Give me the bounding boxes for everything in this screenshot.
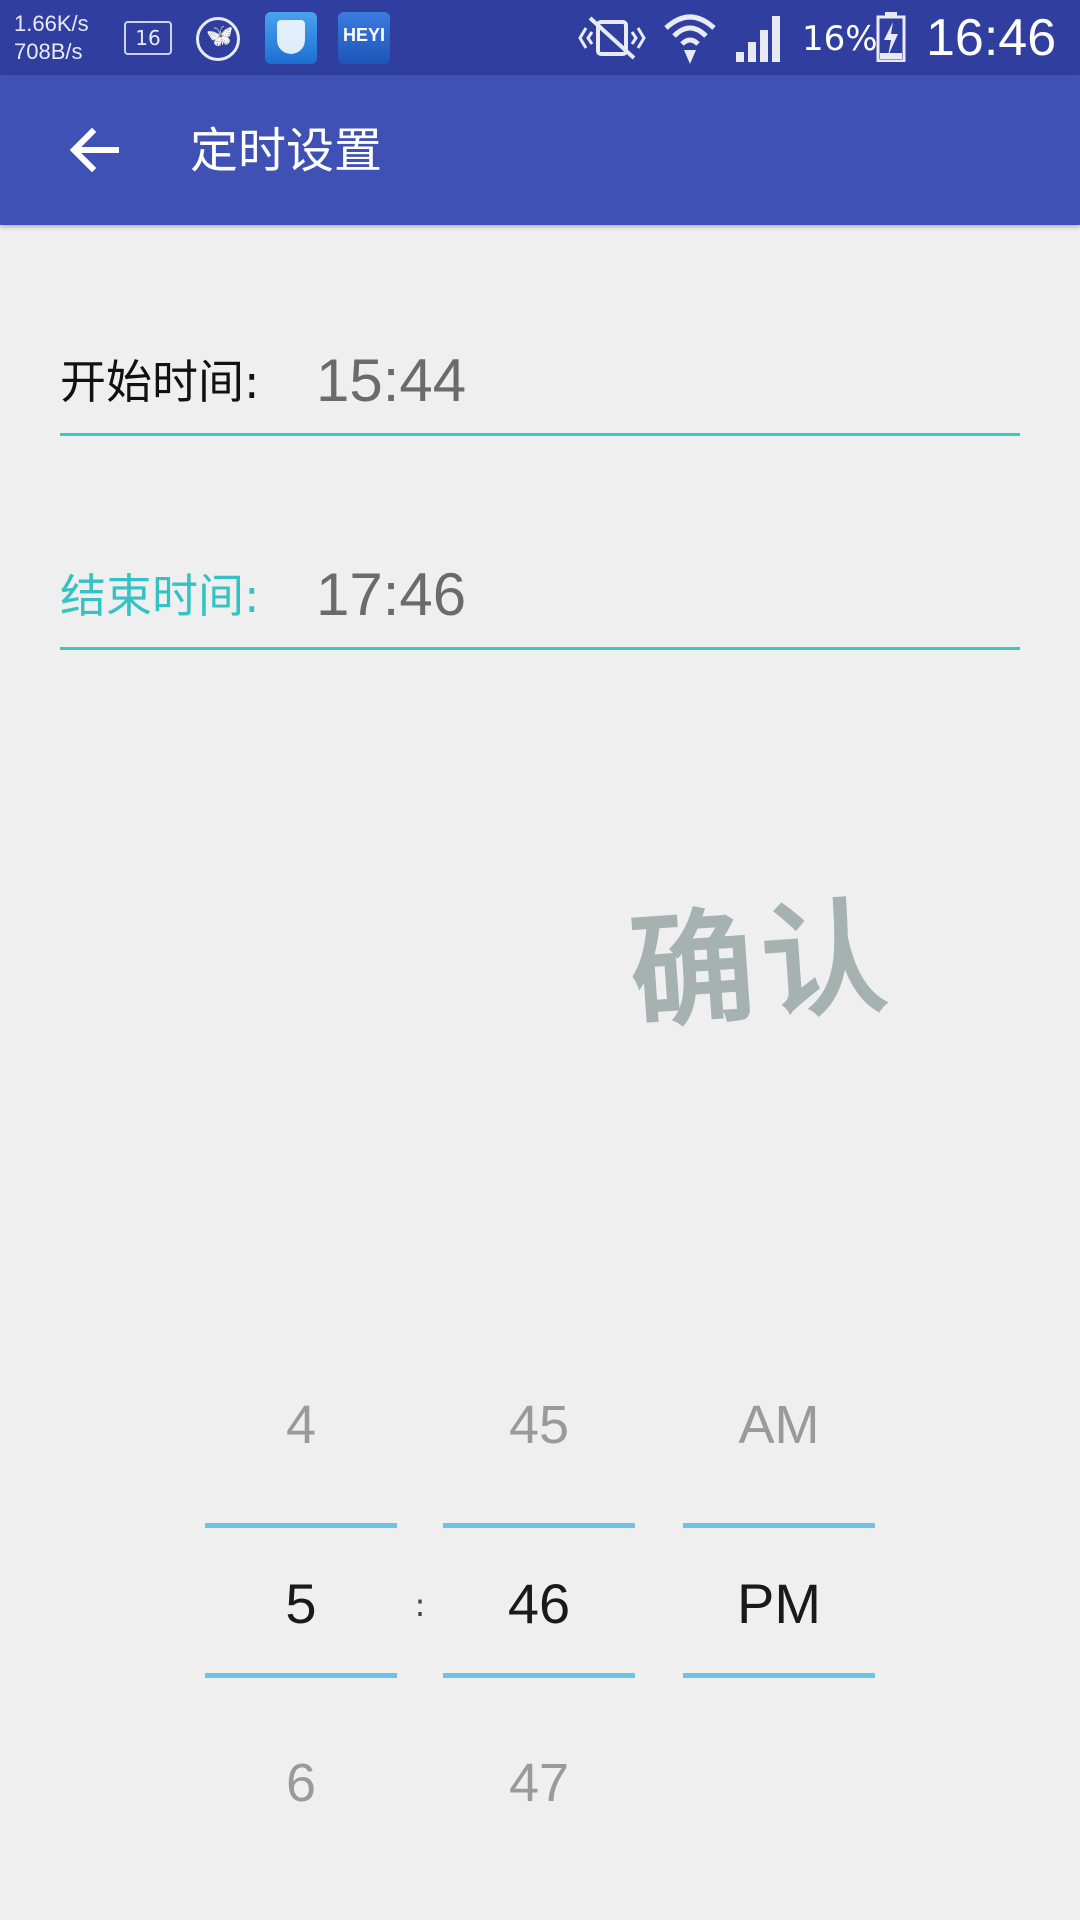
net-speed-down: 708B/s (14, 39, 83, 64)
end-time-row[interactable]: 结束时间: 17:46 (60, 530, 1020, 650)
sim-badge-icon: 16 (124, 21, 172, 55)
app-toolbar: 定时设置 (0, 75, 1080, 225)
battery-percent: 16% (802, 19, 878, 59)
minute-prev-option[interactable]: 45 (443, 1390, 635, 1460)
minute-divider-top (443, 1523, 635, 1528)
shield-app-icon (265, 12, 317, 64)
minute-divider-bottom (443, 1673, 635, 1678)
butterfly-app-icon (196, 17, 240, 61)
start-time-row[interactable]: 开始时间: 15:44 (60, 316, 1020, 436)
vibrate-mute-icon (578, 16, 646, 60)
back-button[interactable] (56, 115, 132, 185)
end-time-value[interactable]: 17:46 (316, 562, 466, 628)
status-clock: 16:46 (926, 9, 1057, 67)
hour-divider-top (205, 1523, 397, 1528)
heyi-app-icon: HEYI (338, 12, 390, 64)
hour-selected[interactable]: 5 (205, 1566, 397, 1642)
time-separator: : (414, 1586, 426, 1624)
page-title: 定时设置 (190, 123, 383, 179)
wifi-icon (664, 14, 716, 64)
ampm-selected[interactable]: PM (683, 1566, 875, 1642)
confirm-button[interactable]: 确认 (625, 880, 935, 1051)
hour-next-option[interactable]: 6 (205, 1748, 397, 1818)
start-time-label: 开始时间: (60, 355, 260, 409)
minute-selected[interactable]: 46 (443, 1566, 635, 1642)
cell-signal-icon (736, 16, 780, 62)
ampm-prev-option[interactable]: AM (683, 1390, 875, 1460)
hour-divider-bottom (205, 1673, 397, 1678)
network-speed: 1.66K/s 708B/s (14, 10, 89, 66)
ampm-divider-bottom (683, 1673, 875, 1678)
status-bar: 1.66K/s 708B/s 16 HEYI 16% 16:46 (0, 0, 1080, 75)
arrow-back-icon (69, 128, 119, 172)
ampm-divider-top (683, 1523, 875, 1528)
hour-prev-option[interactable]: 4 (205, 1390, 397, 1460)
start-time-value[interactable]: 15:44 (316, 348, 466, 414)
battery-charging-icon (876, 12, 906, 62)
end-time-label: 结束时间: (60, 569, 260, 623)
minute-next-option[interactable]: 47 (443, 1748, 635, 1818)
net-speed-up: 1.66K/s (14, 11, 89, 36)
